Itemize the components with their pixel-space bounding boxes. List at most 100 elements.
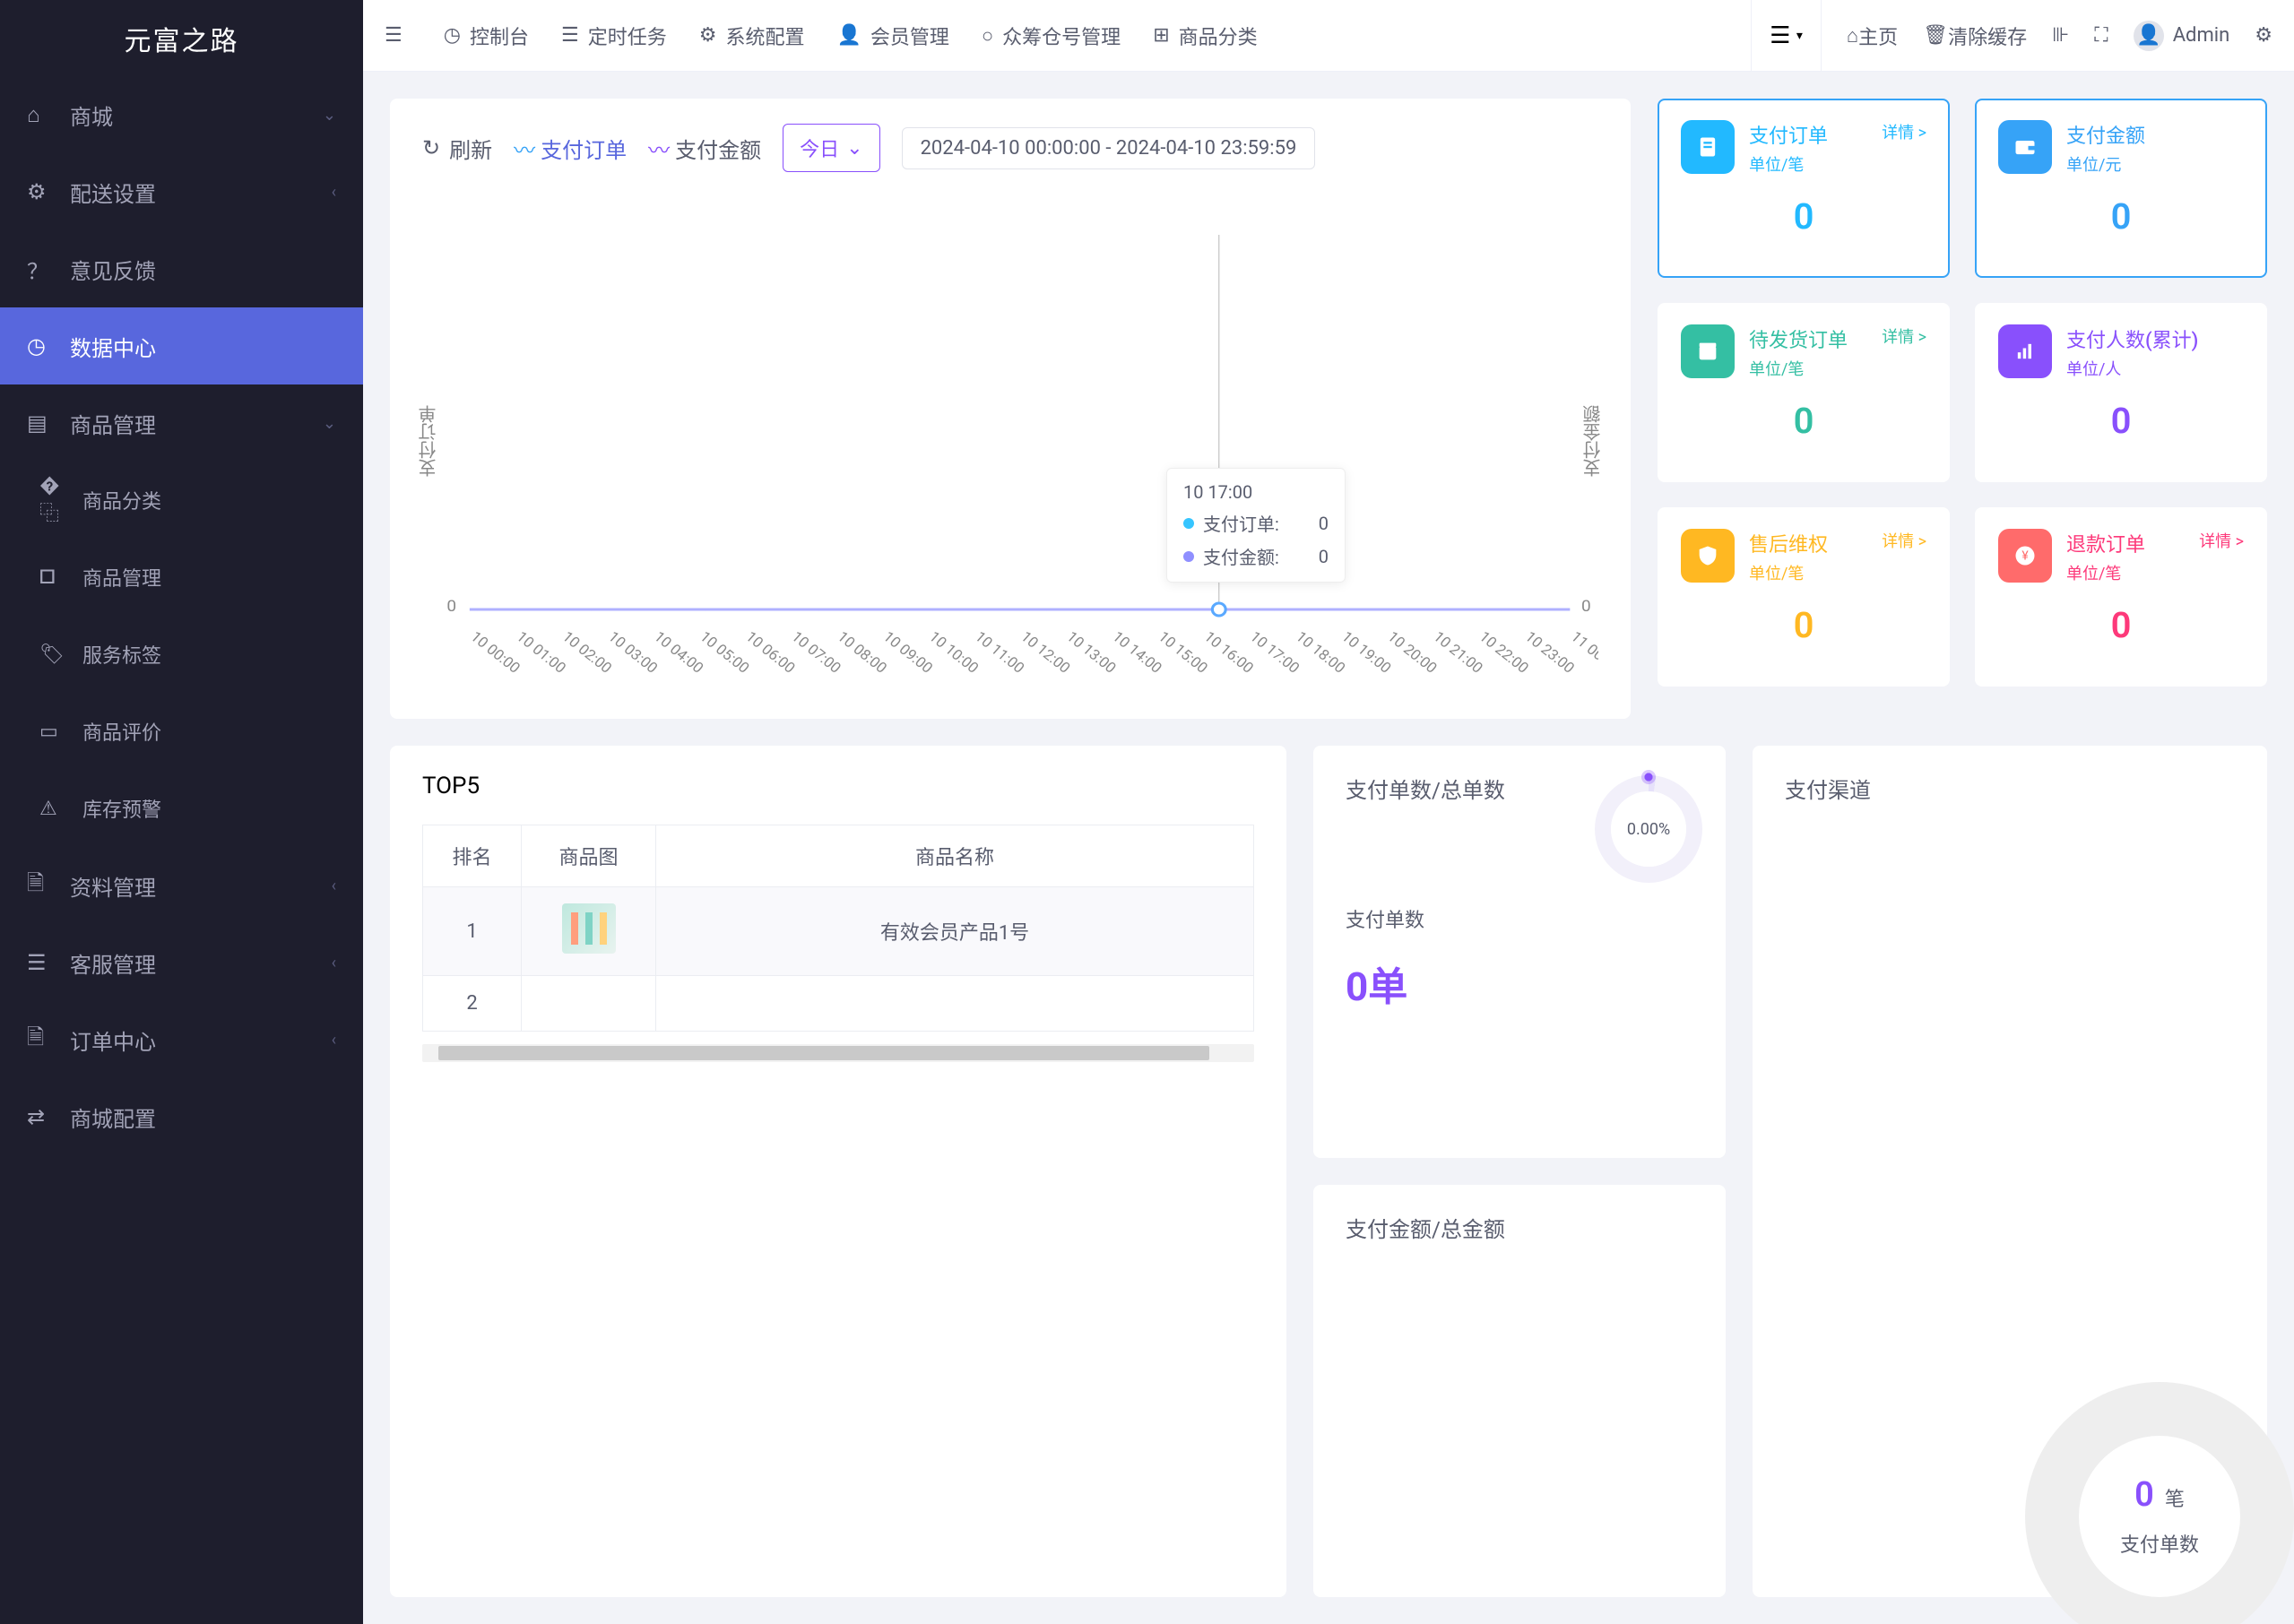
nav-category[interactable]: ⊞商品分类 <box>1153 22 1257 50</box>
svg-text:10 12:00: 10 12:00 <box>1017 629 1073 678</box>
svg-text:10 00:00: 10 00:00 <box>467 629 524 678</box>
stat-title: 支付订单 <box>1749 120 1828 149</box>
stats-column: 支付订单 单位/笔 详情 > 0 支付金额 <box>1658 99 2267 719</box>
sidebar-item-label: 商品评价 <box>82 717 161 746</box>
stat-title: 支付人数(累计) <box>2066 324 2198 353</box>
sidebar-item-label: 库存预警 <box>82 794 161 823</box>
nav-sysconf[interactable]: ⚙系统配置 <box>699 22 805 50</box>
file-icon: 🗎 <box>27 868 56 904</box>
stat-detail-link[interactable]: 详情 > <box>1882 324 1926 380</box>
stat-value: 0 <box>1998 400 2244 442</box>
horizontal-scrollbar[interactable] <box>422 1044 1254 1062</box>
col-name: 商品名称 <box>656 825 1254 887</box>
sidebar-item-material[interactable]: 🗎 资料管理 ‹ <box>0 847 363 924</box>
briefcase-icon: 🞑 <box>39 566 68 589</box>
nav-clear-cache[interactable]: 🗑清除缓存 <box>1923 22 2027 50</box>
chevron-down-icon: ⌄ <box>323 106 336 125</box>
svg-text:10 21:00: 10 21:00 <box>1430 629 1486 678</box>
sidebar-item-label: 客服管理 <box>70 947 156 979</box>
sidebar-item-mall[interactable]: ⌂ 商城 ⌄ <box>0 76 363 153</box>
sidebar-item-data-center[interactable]: ◷ 数据中心 <box>0 307 363 384</box>
table-row[interactable]: 1 有效会员产品1号 <box>423 887 1254 976</box>
menu-toggle-button[interactable]: ☰ <box>385 24 411 47</box>
ratio-card-amount: 支付金额/总金额 <box>1313 1185 1726 1597</box>
sidebar-item-label: 商城 <box>70 99 113 131</box>
nav-cron[interactable]: ☰定时任务 <box>561 22 667 50</box>
user-icon: 👤 <box>836 24 861 47</box>
svg-text:10 23:00: 10 23:00 <box>1521 629 1578 678</box>
stat-unit: 单位/元 <box>2066 152 2145 176</box>
sidebar-sub-stock[interactable]: ⚠ 库存预警 <box>0 770 363 847</box>
channel-unit: 笔 <box>2165 1483 2185 1512</box>
nav-barcode[interactable]: ⊪ <box>2052 24 2069 47</box>
sidebar-sub-tag[interactable]: 🏷 服务标签 <box>0 616 363 693</box>
stat-value: 0 <box>1681 604 1926 646</box>
svg-text:10 16:00: 10 16:00 <box>1200 629 1257 678</box>
table-row[interactable]: 2 <box>423 976 1254 1032</box>
shield-icon <box>1681 529 1735 583</box>
dashboard-icon: ◷ <box>27 333 56 358</box>
chart-card: ↻刷新 〰支付订单 〰支付金额 今日⌄ 2024-04-10 00:00:00 … <box>390 99 1631 719</box>
gear-icon: ⚙ <box>27 179 56 204</box>
line-chart[interactable]: 支付订单 支付金额 0 0 10 00:0010 01:0010 02:0010… <box>422 181 1598 701</box>
svg-text:10 06:00: 10 06:00 <box>741 629 798 678</box>
ratio-title: 支付金额/总金额 <box>1346 1212 1693 1243</box>
menu-icon: ☰ <box>385 24 403 47</box>
sidebar-item-cs[interactable]: ☰ 客服管理 ‹ <box>0 924 363 1001</box>
channel-caption: 支付单数 <box>2120 1529 2199 1558</box>
home-icon: ⌂ <box>27 102 56 128</box>
svg-text:10 18:00: 10 18:00 <box>1292 629 1348 678</box>
svg-text:10 01:00: 10 01:00 <box>513 629 569 678</box>
date-today-select[interactable]: 今日⌄ <box>783 124 879 172</box>
sidebar-item-delivery[interactable]: ⚙ 配送设置 ‹ <box>0 153 363 230</box>
nav-more-dropdown[interactable]: ☰ ▾ <box>1751 0 1822 71</box>
nav-crowd[interactable]: ○众筹仓号管理 <box>982 22 1121 50</box>
sidebar-sub-review[interactable]: ▭ 商品评价 <box>0 693 363 770</box>
sidebar-item-label: 配送设置 <box>70 177 156 208</box>
date-range-picker[interactable]: 2024-04-10 00:00:00 - 2024-04-10 23:59:5… <box>902 127 1316 169</box>
stat-detail-link[interactable]: 详情 > <box>1882 120 1926 176</box>
nav-fullscreen[interactable]: ⛶ <box>2094 24 2108 47</box>
sidebar-item-order[interactable]: 🗎 订单中心 ‹ <box>0 1001 363 1078</box>
chevron-down-icon: ⌄ <box>323 414 336 433</box>
stat-detail-link[interactable]: 详情 > <box>2199 529 2244 584</box>
channel-donut: 0 笔 支付单数 <box>2025 1382 2294 1624</box>
svg-text:10 22:00: 10 22:00 <box>1476 629 1532 678</box>
nav-settings[interactable]: ⚙ <box>2255 24 2272 47</box>
nav-console[interactable]: ◷控制台 <box>444 22 529 50</box>
sidebar-item-label: 商品管理 <box>82 563 161 592</box>
stat-detail-link[interactable]: 详情 > <box>1882 529 1926 584</box>
comment-icon: ▭ <box>39 721 68 743</box>
svg-text:10 04:00: 10 04:00 <box>650 629 706 678</box>
stat-title: 待发货订单 <box>1749 324 1848 353</box>
nav-member[interactable]: 👤会员管理 <box>836 22 948 50</box>
box-icon <box>1681 324 1735 378</box>
stat-unit: 单位/笔 <box>1749 357 1848 380</box>
file-icon <box>1681 120 1735 174</box>
sidebar-sub-category[interactable]: �⿻ 商品分类 <box>0 462 363 539</box>
svg-text:10 17:00: 10 17:00 <box>1246 629 1303 678</box>
sidebar-item-label: 订单中心 <box>70 1024 156 1056</box>
sidebar: 元富之路 ⌂ 商城 ⌄ ⚙ 配送设置 ‹ ？ 意见反馈 ◷ 数据中心 ▤ <box>0 0 363 1624</box>
warning-icon: ⚠ <box>39 798 68 820</box>
refresh-button[interactable]: ↻刷新 <box>422 133 492 164</box>
tooltip-time: 10 17:00 <box>1183 481 1329 503</box>
legend-pay-order[interactable]: 〰支付订单 <box>514 133 627 164</box>
yen-icon: ¥ <box>1998 529 2052 583</box>
sidebar-item-label: 数据中心 <box>70 331 156 362</box>
topbar: ☰ ◷控制台 ☰定时任务 ⚙系统配置 👤会员管理 ○众筹仓号管理 ⊞商品分类 ☰… <box>363 0 2294 72</box>
nav-home[interactable]: ⌂主页 <box>1847 22 1898 50</box>
sidebar-sub-product[interactable]: 🞑 商品管理 <box>0 539 363 616</box>
sidebar-item-feedback[interactable]: ？ 意见反馈 <box>0 230 363 307</box>
stat-unit: 单位/人 <box>2066 357 2198 380</box>
circle-icon: ○ <box>982 24 993 48</box>
svg-text:10 08:00: 10 08:00 <box>834 629 890 678</box>
svg-text:¥: ¥ <box>2021 549 2029 564</box>
sidebar-item-mall-cfg[interactable]: ⇄ 商城配置 <box>0 1078 363 1155</box>
stat-unit: 单位/笔 <box>1749 561 1828 584</box>
legend-pay-amount[interactable]: 〰支付金额 <box>648 133 761 164</box>
nav-user[interactable]: 👤Admin <box>2134 21 2230 51</box>
chevron-left-icon: ‹ <box>332 1031 336 1050</box>
question-icon: ？ <box>27 254 56 285</box>
sidebar-item-product-mgmt[interactable]: ▤ 商品管理 ⌄ <box>0 384 363 462</box>
